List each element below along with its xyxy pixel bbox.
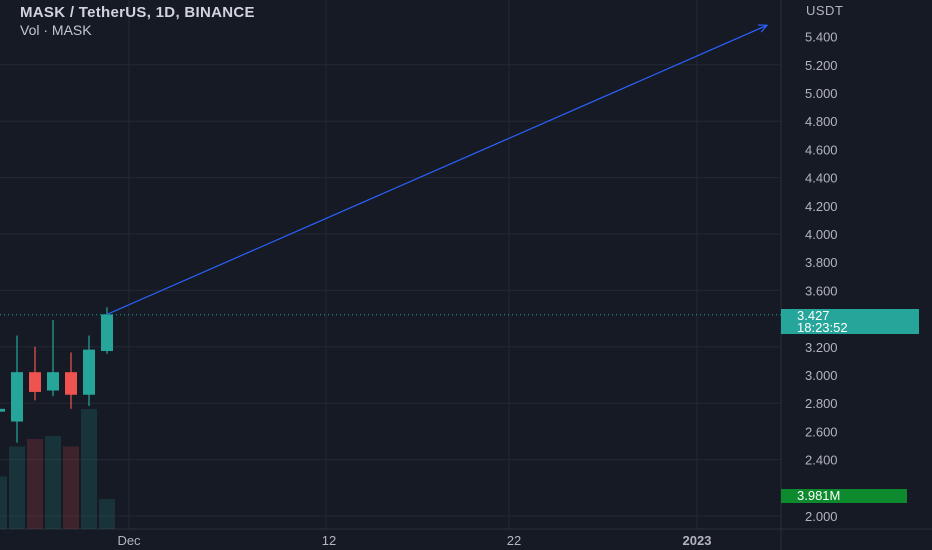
time-tick-label: Dec — [117, 533, 141, 548]
chart-window[interactable]: 5.400 5.200 5.000 4.800 4.600 4.400 4.200 4.000… — [0, 0, 932, 550]
price-tick-label: 4.800 — [805, 114, 838, 129]
arrow-line[interactable] — [106, 24, 768, 315]
time-tick-label: 22 — [507, 533, 521, 548]
volume-indicator-title[interactable]: Vol · MASK — [20, 22, 255, 38]
arrow-drawing[interactable] — [106, 24, 769, 315]
price-tick-label: 3.200 — [805, 340, 838, 355]
price-tick-label: 4.200 — [805, 199, 838, 214]
price-tick-label: 5.400 — [805, 30, 838, 45]
time-axis[interactable]: Dec 12 22 2023 — [117, 533, 711, 548]
candle-body[interactable] — [83, 349, 95, 395]
candle-body[interactable] — [11, 372, 23, 422]
volume-bar — [81, 409, 97, 529]
volume-bar — [99, 499, 115, 529]
volume-bar — [27, 439, 43, 529]
candle-body[interactable] — [65, 372, 77, 395]
grid-lines — [0, 0, 932, 550]
time-tick-label: 2023 — [683, 533, 712, 548]
price-tick-label: 3.800 — [805, 255, 838, 270]
candle-body[interactable] — [47, 372, 59, 391]
time-tick-label: 12 — [322, 533, 336, 548]
price-tick-label: 2.000 — [805, 509, 838, 524]
chart-canvas[interactable]: 5.400 5.200 5.000 4.800 4.600 4.400 4.200 4.000… — [0, 0, 932, 550]
volume-badge: 3.981M — [781, 489, 907, 503]
price-tick-label: 3.000 — [805, 368, 838, 383]
price-axis[interactable]: 5.400 5.200 5.000 4.800 4.600 4.400 4.200 4.000… — [805, 30, 838, 524]
price-tick-label: 4.600 — [805, 142, 838, 157]
price-tick-label: 5.000 — [805, 86, 838, 101]
candle-body[interactable] — [0, 408, 5, 412]
symbol-title[interactable]: MASK / TetherUS, 1D, BINANCE — [20, 4, 255, 22]
chart-legend: MASK / TetherUS, 1D, BINANCE Vol · MASK — [20, 4, 255, 38]
candle-body[interactable] — [29, 372, 41, 392]
last-price-badge: 3.427 18:23:52 — [781, 309, 919, 334]
price-tick-label: 4.400 — [805, 171, 838, 186]
price-tick-label: 5.200 — [805, 58, 838, 73]
price-tick-label: 4.000 — [805, 227, 838, 242]
volume-bar — [45, 436, 61, 529]
price-tick-label: 2.600 — [805, 424, 838, 439]
volume-bar — [63, 446, 79, 529]
candle-body[interactable] — [101, 314, 113, 352]
volume-bar — [9, 446, 25, 529]
price-tick-label: 3.600 — [805, 283, 838, 298]
price-tick-label: 2.800 — [805, 396, 838, 411]
currency-label[interactable]: USDT — [806, 3, 843, 18]
price-tick-label: 2.400 — [805, 453, 838, 468]
bar-countdown: 18:23:52 — [797, 320, 848, 335]
volume-bar — [0, 476, 7, 529]
